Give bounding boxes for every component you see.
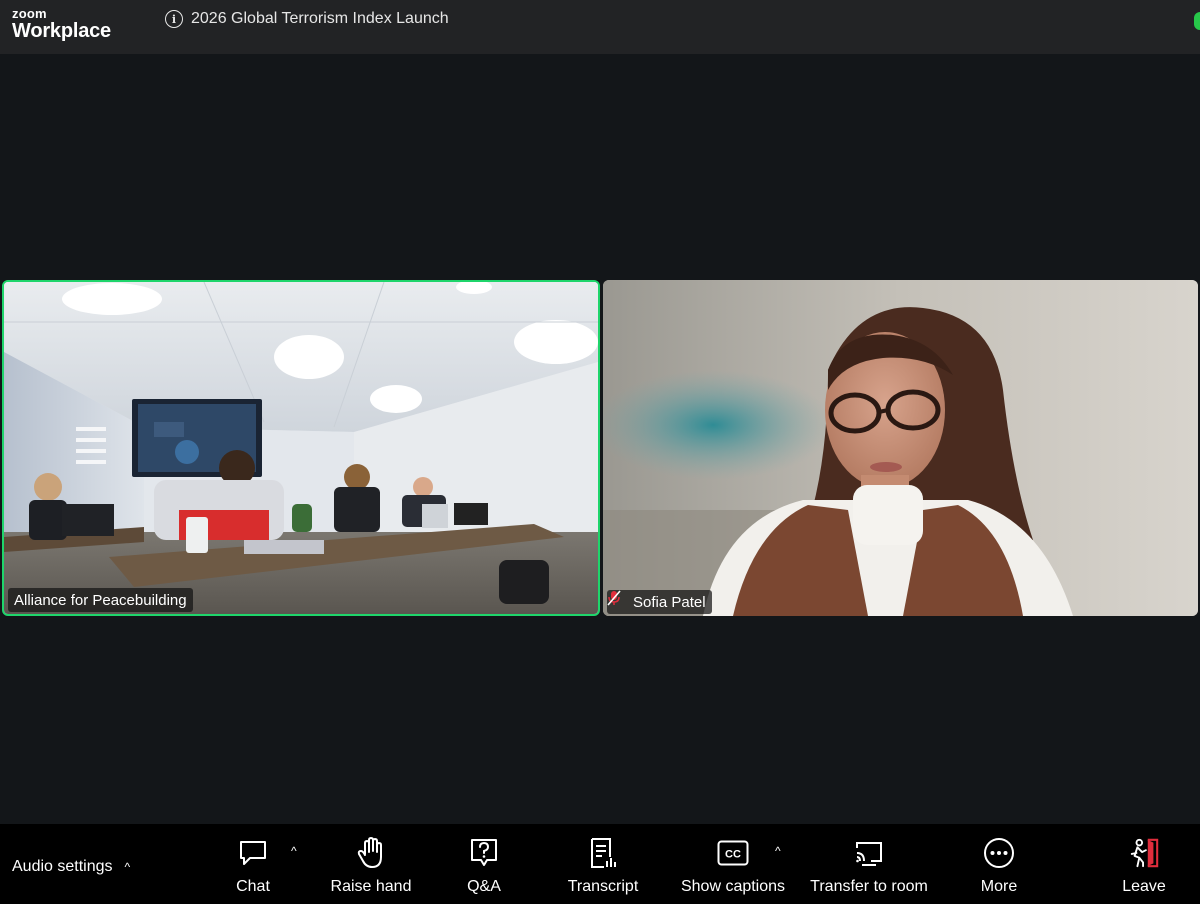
connection-status-indicator xyxy=(1194,12,1200,30)
mic-muted-icon xyxy=(607,590,627,610)
participant-name: Alliance for Peacebuilding xyxy=(14,591,187,609)
speaker-video xyxy=(603,280,1198,616)
qa-label: Q&A xyxy=(467,878,501,895)
cast-icon xyxy=(853,836,885,870)
hand-icon xyxy=(355,836,387,870)
leave-button[interactable]: Leave xyxy=(1079,836,1200,896)
transcript-label: Transcript xyxy=(567,878,639,895)
participant-name-tag: Alliance for Peacebuilding xyxy=(8,588,193,612)
participant-name: Sofia Patel xyxy=(633,593,706,611)
participant-name-tag: Sofia Patel xyxy=(607,590,712,614)
svg-text:CC: CC xyxy=(725,849,741,861)
top-bar: zoom Workplace i 2026 Global Terrorism I… xyxy=(0,0,1200,54)
transfer-to-room-button[interactable]: Transfer to room xyxy=(804,836,934,896)
chat-options-caret-icon[interactable]: ^ xyxy=(291,844,297,858)
video-stage: Alliance for Peacebuilding Sofia Patel xyxy=(0,54,1200,824)
meeting-title: 2026 Global Terrorism Index Launch xyxy=(191,10,449,27)
leave-door-icon xyxy=(1128,836,1160,870)
qa-button[interactable]: Q&A xyxy=(419,836,549,896)
more-button[interactable]: More xyxy=(934,836,1064,896)
raise-hand-label: Raise hand xyxy=(330,878,412,895)
question-bubble-icon xyxy=(468,836,500,870)
chat-bubble-icon xyxy=(237,836,269,870)
logo-workplace-text: Workplace xyxy=(12,20,111,42)
raise-hand-button[interactable]: Raise hand xyxy=(306,836,436,896)
audio-settings-caret-icon[interactable]: ^ xyxy=(125,860,131,874)
audio-settings-label: Audio settings xyxy=(12,858,113,875)
ellipsis-icon xyxy=(983,836,1015,870)
leave-label: Leave xyxy=(1122,878,1166,895)
conference-room-video xyxy=(4,282,598,614)
chat-button[interactable]: Chat xyxy=(188,836,318,896)
info-icon[interactable]: i xyxy=(165,10,183,28)
show-captions-label: Show captions xyxy=(680,878,786,895)
transfer-to-room-label: Transfer to room xyxy=(810,878,928,895)
zoom-workplace-logo: zoom Workplace xyxy=(12,7,111,41)
logo-zoom-text: zoom xyxy=(12,6,47,21)
video-tile-sofia-patel[interactable]: Sofia Patel xyxy=(603,280,1198,616)
video-tile-alliance[interactable]: Alliance for Peacebuilding xyxy=(2,280,600,616)
chat-label: Chat xyxy=(236,878,270,895)
transcript-button[interactable]: Transcript xyxy=(538,836,668,896)
meeting-controls-toolbar: Audio settings ^ Chat ^ Raise hand Q&A T… xyxy=(0,824,1200,904)
audio-settings-button[interactable]: Audio settings ^ xyxy=(12,858,130,876)
captions-options-caret-icon[interactable]: ^ xyxy=(775,844,781,858)
cc-icon: CC xyxy=(717,836,749,870)
meeting-info[interactable]: i 2026 Global Terrorism Index Launch xyxy=(165,10,449,28)
transcript-icon xyxy=(587,836,619,870)
more-label: More xyxy=(980,878,1018,895)
